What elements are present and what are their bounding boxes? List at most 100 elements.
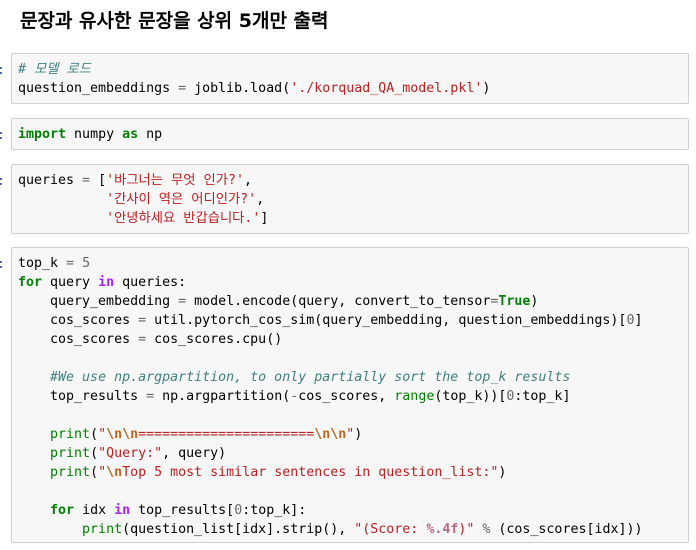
code-token: idx	[74, 503, 115, 518]
code-token: =	[82, 173, 91, 188]
code-line: queries = ['바그너는 무엇 인가?',	[18, 171, 688, 190]
code-token: )	[354, 427, 363, 442]
code-token: print	[50, 465, 91, 480]
code-token: "	[98, 465, 107, 480]
code-token: , query)	[162, 446, 227, 461]
code-token: # 모델 로드	[18, 62, 91, 77]
code-cell-top-k-search[interactable]: : top_k = 5for query in queries: query_e…	[0, 247, 696, 543]
code-token: :top_k]	[514, 389, 571, 404]
code-token: ,	[243, 173, 252, 188]
code-line: print("Query:", query)	[18, 444, 688, 463]
code-token: range	[394, 389, 435, 404]
code-line: top_k = 5	[18, 254, 688, 273]
code-token: '간사이 역은 어디인가?'	[106, 192, 257, 207]
code-line: print("\nTop 5 most similar sentences in…	[18, 463, 688, 482]
code-token: cos_scores,	[298, 389, 395, 404]
code-token: [	[90, 173, 107, 188]
code-token: )"	[458, 522, 475, 537]
code-line: '안녕하세요 반갑습니다.']	[18, 209, 688, 228]
code-line: # 모델 로드	[18, 60, 688, 79]
code-token: True	[498, 294, 531, 309]
code-token: 0	[234, 503, 243, 518]
code-line: cos_scores = util.pytorch_cos_sim(query_…	[18, 311, 688, 330]
code-editor[interactable]: top_k = 5 for query in queries: query_emb…	[11, 247, 689, 543]
code-token: cos_scores	[18, 313, 139, 328]
code-token: in	[114, 503, 131, 518]
section-heading: 문장과 유사한 문장을 상위 5개만 출력	[20, 10, 329, 32]
code-token: (question_list[idx].strip(),	[122, 522, 355, 537]
code-token: "(Score:	[354, 522, 427, 537]
code-line: print("\n\n======================\n\n")	[18, 425, 688, 444]
code-token: =	[146, 389, 155, 404]
code-token: as	[122, 127, 139, 142]
code-token: np	[138, 127, 163, 142]
code-token: print	[50, 427, 91, 442]
code-cell-load-model[interactable]: : # 모델 로드 question_embeddings = joblib.lo…	[0, 53, 696, 104]
code-token: queries:	[114, 275, 187, 290]
code-token: top_results	[18, 389, 147, 404]
code-line: question_embeddings = joblib.load('./kor…	[18, 79, 688, 98]
code-token: './korquad_QA_model.pkl'	[290, 81, 483, 96]
code-token: top_k	[18, 256, 67, 271]
code-token: '안녕하세요 반갑습니다.'	[106, 211, 261, 226]
code-token: ]	[260, 211, 269, 226]
cell-prompt: :	[0, 61, 5, 80]
code-token: numpy	[66, 127, 123, 142]
code-token: '바그너는 무엇 인가?'	[106, 173, 244, 188]
code-token: =	[138, 313, 147, 328]
code-line: cos_scores = cos_scores.cpu()	[18, 330, 688, 349]
code-token: Top 5 most similar sentences in question…	[122, 465, 499, 480]
code-line: #We use np.argpartition, to only partial…	[18, 368, 688, 387]
code-token: question_embeddings	[18, 81, 179, 96]
cell-prompt: :	[0, 255, 5, 274]
code-editor[interactable]: queries = ['바그너는 무엇 인가?', '간사이 역은 어디인가?'…	[11, 164, 689, 234]
code-token: util.pytorch_cos_sim(query_embedding, qu…	[146, 313, 627, 328]
code-token: ]	[634, 313, 643, 328]
code-line: print(question_list[idx].strip(), "(Scor…	[18, 520, 688, 539]
code-token: #We use np.argpartition, to only partial…	[50, 370, 571, 385]
code-token: query_embedding	[18, 294, 179, 309]
code-token: queries	[18, 173, 83, 188]
code-token: =	[138, 332, 147, 347]
code-token: )	[498, 465, 507, 480]
code-editor[interactable]: # 모델 로드 question_embeddings = joblib.load…	[11, 53, 689, 104]
code-token: query	[42, 275, 99, 290]
code-token: in	[98, 275, 115, 290]
code-token: \n\n	[314, 427, 347, 442]
code-token: np.argpartition(	[154, 389, 291, 404]
code-cell-import-numpy[interactable]: : import numpy as np	[0, 118, 696, 150]
code-token: ,	[256, 192, 265, 207]
code-token: (top_k))[	[434, 389, 507, 404]
code-token: =	[178, 81, 187, 96]
code-token: =	[178, 294, 187, 309]
code-cell-queries[interactable]: : queries = ['바그너는 무엇 인가?', '간사이 역은 어디인가…	[0, 164, 696, 234]
code-line: query_embedding = model.encode(query, co…	[18, 292, 688, 311]
code-editor[interactable]: import numpy as np	[11, 118, 689, 150]
code-token: (	[90, 446, 99, 461]
code-token: joblib.load(	[186, 81, 291, 96]
code-token: "	[98, 427, 107, 442]
cell-prompt: :	[0, 126, 5, 145]
code-token: =	[66, 256, 75, 271]
code-line: for idx in top_results[0:top_k]:	[18, 501, 688, 520]
code-token: ======================	[138, 427, 315, 442]
code-token: (	[90, 465, 99, 480]
code-token: print	[82, 522, 123, 537]
code-token: print	[50, 446, 91, 461]
code-line: for query in queries:	[18, 273, 688, 292]
code-token: cos_scores.cpu()	[146, 332, 283, 347]
code-token: cos_scores	[18, 332, 139, 347]
code-line: import numpy as np	[18, 125, 688, 144]
